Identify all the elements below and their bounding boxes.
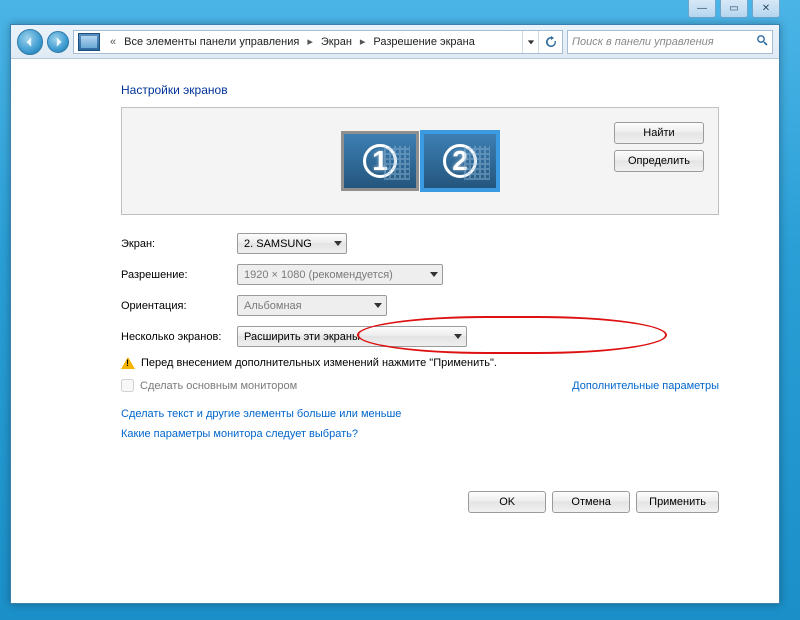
forward-button[interactable] bbox=[47, 31, 69, 53]
orientation-select[interactable]: Альбомная bbox=[237, 295, 387, 316]
monitor-pair: 1 2 bbox=[341, 131, 499, 191]
arrow-left-icon bbox=[24, 36, 36, 48]
screen-value: 2. SAMSUNG bbox=[244, 238, 312, 250]
arrow-right-icon bbox=[52, 36, 64, 48]
screen-label: Экран: bbox=[121, 238, 237, 250]
resolution-select[interactable]: 1920 × 1080 (рекомендуется) bbox=[237, 264, 443, 285]
resolution-value: 1920 × 1080 (рекомендуется) bbox=[244, 269, 393, 281]
make-primary-checkbox bbox=[121, 379, 134, 392]
chevron-down-icon bbox=[454, 331, 462, 343]
breadcrumb-prefix: « bbox=[104, 36, 122, 48]
multi-screen-select[interactable]: Расширить эти экраны bbox=[237, 326, 467, 347]
multi-screen-label: Несколько экранов: bbox=[121, 331, 237, 343]
cancel-button[interactable]: Отмена bbox=[552, 491, 630, 513]
close-icon: ✕ bbox=[762, 3, 770, 14]
crumb-all-items[interactable]: Все элементы панели управления bbox=[122, 36, 301, 48]
warning-text: Перед внесением дополнительных изменений… bbox=[141, 357, 497, 369]
crumb-resolution[interactable]: Разрешение экрана bbox=[371, 36, 476, 48]
chevron-right-icon: ▸ bbox=[354, 35, 372, 48]
identify-button[interactable]: Определить bbox=[614, 150, 704, 172]
breadcrumb[interactable]: « Все элементы панели управления ▸ Экран… bbox=[73, 30, 563, 54]
chevron-down-icon bbox=[374, 300, 382, 312]
crumb-screen[interactable]: Экран bbox=[319, 36, 354, 48]
resolution-label: Разрешение: bbox=[121, 269, 237, 281]
maximize-button[interactable]: ▭ bbox=[720, 0, 748, 18]
content-area: Настройки экранов 1 2 Найти Определить Э… bbox=[11, 59, 779, 603]
monitors-preview: 1 2 Найти Определить bbox=[121, 107, 719, 215]
apply-button[interactable]: Применить bbox=[636, 491, 719, 513]
breadcrumb-history-dropdown[interactable] bbox=[522, 31, 538, 53]
multi-screen-value: Расширить эти экраны bbox=[244, 331, 360, 343]
screen-select[interactable]: 2. SAMSUNG bbox=[237, 233, 347, 254]
control-panel-window: « Все элементы панели управления ▸ Экран… bbox=[10, 24, 780, 604]
chevron-down-icon bbox=[430, 269, 438, 281]
chevron-right-icon: ▸ bbox=[301, 35, 319, 48]
chevron-down-icon bbox=[334, 238, 342, 250]
advanced-params-link[interactable]: Дополнительные параметры bbox=[572, 380, 719, 392]
find-button[interactable]: Найти bbox=[614, 122, 704, 144]
orientation-value: Альбомная bbox=[244, 300, 302, 312]
page-title: Настройки экранов bbox=[121, 83, 719, 97]
control-panel-icon bbox=[78, 33, 100, 51]
link-which-params[interactable]: Какие параметры монитора следует выбрать… bbox=[121, 428, 719, 440]
ok-button[interactable]: OK bbox=[468, 491, 546, 513]
monitor-2[interactable]: 2 bbox=[421, 131, 499, 191]
link-text-size[interactable]: Сделать текст и другие элементы больше и… bbox=[121, 408, 719, 420]
close-button[interactable]: ✕ bbox=[752, 0, 780, 18]
help-links: Сделать текст и другие элементы больше и… bbox=[121, 408, 719, 440]
dialog-footer-buttons: OK Отмена Применить bbox=[468, 491, 719, 513]
refresh-button[interactable] bbox=[538, 31, 562, 53]
search-input[interactable]: Поиск в панели управления bbox=[567, 30, 773, 54]
make-primary-label: Сделать основным монитором bbox=[140, 380, 297, 392]
minimize-icon: — bbox=[697, 3, 707, 14]
settings-form: Экран: 2. SAMSUNG Разрешение: 1920 × 108… bbox=[121, 233, 719, 440]
back-button[interactable] bbox=[17, 29, 43, 55]
warning-row: Перед внесением дополнительных изменений… bbox=[121, 357, 719, 369]
warning-icon bbox=[121, 357, 135, 369]
monitor-1[interactable]: 1 bbox=[341, 131, 419, 191]
window-caption-buttons: — ▭ ✕ bbox=[688, 0, 780, 22]
minimize-button[interactable]: — bbox=[688, 0, 716, 18]
address-bar: « Все элементы панели управления ▸ Экран… bbox=[11, 25, 779, 59]
search-placeholder: Поиск в панели управления bbox=[572, 36, 714, 48]
orientation-label: Ориентация: bbox=[121, 300, 237, 312]
preview-side-buttons: Найти Определить bbox=[614, 122, 704, 172]
maximize-icon: ▭ bbox=[729, 3, 738, 14]
search-icon bbox=[756, 34, 768, 49]
